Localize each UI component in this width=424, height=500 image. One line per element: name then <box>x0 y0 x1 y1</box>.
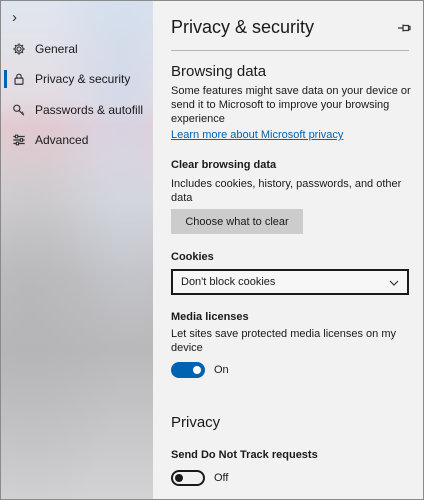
lock-icon <box>11 71 27 87</box>
do-not-track-state: Off <box>214 472 229 484</box>
sidebar-item-passwords-autofill[interactable]: Passwords & autofill <box>1 96 153 124</box>
sidebar-item-privacy-security[interactable]: Privacy & security <box>1 65 153 93</box>
sidebar-item-general[interactable]: General <box>1 35 153 63</box>
clear-browsing-data-description: Includes cookies, history, passwords, an… <box>171 178 402 204</box>
gear-icon <box>11 41 27 57</box>
media-licenses-description: Let sites save protected media licenses … <box>171 328 397 354</box>
sidebar-item-label: Passwords & autofill <box>35 103 144 117</box>
chevron-down-icon <box>389 278 399 286</box>
sidebar-item-label: Privacy & security <box>35 72 131 86</box>
toggle-knob <box>193 366 201 374</box>
pin-icon[interactable] <box>397 21 411 33</box>
expand-chevron-icon[interactable]: › <box>12 9 17 26</box>
sliders-icon <box>11 132 27 148</box>
settings-panel: Privacy & security Browsing data Some fe… <box>153 1 423 499</box>
clear-browsing-data-label: Clear browsing data <box>171 159 277 171</box>
section-heading-privacy: Privacy <box>171 414 221 431</box>
learn-more-privacy-link[interactable]: Learn more about Microsoft privacy <box>171 129 343 141</box>
sidebar-item-label: Advanced <box>35 133 89 147</box>
cookies-dropdown[interactable]: Don't block cookies <box>171 269 409 295</box>
cookies-label: Cookies <box>171 251 214 263</box>
sidebar: › General Privacy & security Passwords &… <box>1 1 153 499</box>
key-icon <box>11 102 27 118</box>
browsing-data-description: Some features might save data on your de… <box>171 85 411 125</box>
do-not-track-toggle[interactable] <box>171 470 205 486</box>
sidebar-item-advanced[interactable]: Advanced <box>1 126 153 154</box>
media-licenses-toggle[interactable] <box>171 362 205 378</box>
choose-what-to-clear-button[interactable]: Choose what to clear <box>171 209 303 234</box>
do-not-track-label: Send Do Not Track requests <box>171 449 318 461</box>
page-title: Privacy & security <box>171 17 315 37</box>
cookies-selected-value: Don't block cookies <box>181 276 276 288</box>
media-licenses-state: On <box>214 364 229 376</box>
sidebar-item-label: General <box>35 42 78 56</box>
section-heading-browsing-data: Browsing data <box>171 63 267 80</box>
media-licenses-label: Media licenses <box>171 311 249 323</box>
toggle-knob <box>175 474 183 482</box>
title-divider <box>171 50 409 51</box>
